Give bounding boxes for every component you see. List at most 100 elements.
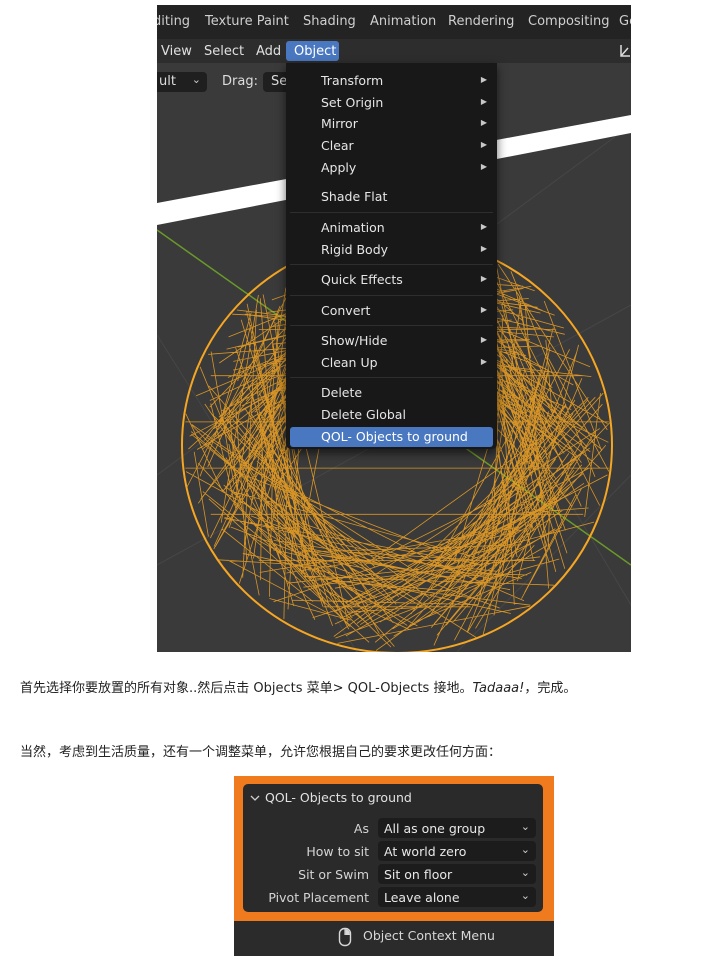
menu-select[interactable]: Select <box>204 44 244 59</box>
adjust-last-operation-screenshot: QOL- Objects to ground As All as one gro… <box>234 776 554 956</box>
chevron-down-icon: ⌄ <box>520 820 530 833</box>
menu-item-label: Convert <box>321 303 371 318</box>
menu-item-label: Show/Hide <box>321 333 388 348</box>
status-text: Object Context Menu <box>363 928 495 943</box>
dropdown-value: Sit on floor <box>384 867 453 882</box>
menu-view[interactable]: View <box>161 44 192 59</box>
submenu-arrow-icon: ▶ <box>480 222 487 231</box>
para1-text: 首先选择你要放置的所有对象..然后点击 Objects 菜单> QOL-Obje… <box>20 681 473 696</box>
submenu-arrow-icon: ▶ <box>480 305 487 314</box>
chevron-down-icon: ⌄ <box>520 866 530 879</box>
menu-item-clear[interactable]: Clear ▶ <box>290 136 493 156</box>
menu-item-apply[interactable]: Apply ▶ <box>290 158 493 178</box>
article-paragraph-2: 当然，考虑到生活质量，还有一个调整菜单，允许您根据自己的要求更改任何方面： <box>20 745 502 760</box>
submenu-arrow-icon: ▶ <box>480 75 487 84</box>
menu-divider <box>290 264 493 265</box>
menu-item-label: Set Origin <box>321 95 384 110</box>
panel-title[interactable]: QOL- Objects to ground <box>265 790 412 805</box>
menu-item-label: Mirror <box>321 116 358 131</box>
blender-screenshot: diting Texture Paint Shading Animation R… <box>157 5 631 652</box>
menu-add[interactable]: Add <box>256 44 281 59</box>
tab-layout-partial[interactable]: diting <box>157 14 190 29</box>
menu-item-label: Animation <box>321 220 385 235</box>
submenu-arrow-icon: ▶ <box>480 335 487 344</box>
chevron-down-icon[interactable] <box>250 794 260 802</box>
transform-gizmo-icon[interactable] <box>619 44 631 58</box>
chevron-down-icon: ⌄ <box>520 843 530 856</box>
tab-geometry-partial[interactable]: Ge <box>619 14 631 29</box>
as-dropdown[interactable]: All as one group ⌄ <box>378 818 536 838</box>
option-label: Pivot Placement <box>268 890 369 905</box>
submenu-arrow-icon: ▶ <box>480 118 487 127</box>
menu-item-qol-objects-to-ground[interactable]: QOL- Objects to ground <box>290 427 493 447</box>
menu-item-rigid-body[interactable]: Rigid Body ▶ <box>290 240 493 260</box>
object-menu-dropdown: Transform ▶ Set Origin ▶ Mirror ▶ Clear … <box>286 63 497 449</box>
sit-or-swim-dropdown[interactable]: Sit on floor ⌄ <box>378 864 536 884</box>
how-to-sit-dropdown[interactable]: At world zero ⌄ <box>378 841 536 861</box>
menu-item-label: QOL- Objects to ground <box>321 429 468 444</box>
tab-animation[interactable]: Animation <box>370 14 436 29</box>
option-row-sit-or-swim: Sit or Swim Sit on floor ⌄ <box>243 864 543 884</box>
menu-item-label: Shade Flat <box>321 189 388 204</box>
menu-object[interactable]: Object <box>286 41 339 61</box>
option-row-as: As All as one group ⌄ <box>243 818 543 838</box>
mouse-right-click-icon <box>338 927 352 947</box>
submenu-arrow-icon: ▶ <box>480 274 487 283</box>
option-label: As <box>353 821 369 836</box>
tab-compositing[interactable]: Compositing <box>528 14 610 29</box>
option-row-how-to-sit: How to sit At world zero ⌄ <box>243 841 543 861</box>
menu-divider <box>290 377 493 378</box>
para1-emphasis: Tadaaa! <box>472 681 525 696</box>
chevron-down-icon: ⌄ <box>520 889 530 902</box>
option-label: How to sit <box>306 844 369 859</box>
dropdown-value: Leave alone <box>384 890 460 905</box>
menu-item-show-hide[interactable]: Show/Hide ▶ <box>290 331 493 351</box>
menu-item-mirror[interactable]: Mirror ▶ <box>290 114 493 134</box>
menu-object-label: Object <box>294 44 337 59</box>
tab-texture-paint[interactable]: Texture Paint <box>205 14 289 29</box>
article-paragraph-1: 首先选择你要放置的所有对象..然后点击 Objects 菜单> QOL-Obje… <box>20 677 576 696</box>
tab-shading[interactable]: Shading <box>303 14 356 29</box>
menu-item-label: Transform <box>321 73 384 88</box>
status-bar: Object Context Menu <box>234 921 554 956</box>
menu-divider <box>290 212 493 213</box>
tab-rendering[interactable]: Rendering <box>448 14 514 29</box>
drag-dropdown-value: Se <box>271 74 288 89</box>
menu-divider <box>290 295 493 296</box>
dropdown-value: All as one group <box>384 821 486 836</box>
menu-item-delete-global[interactable]: Delete Global <box>290 405 493 425</box>
menu-item-label: Delete <box>321 385 363 400</box>
menu-item-label: Delete Global <box>321 407 406 422</box>
viewport-menubar: View Select Add Object <box>157 39 631 63</box>
menu-item-label: Quick Effects <box>321 272 403 287</box>
option-row-pivot-placement: Pivot Placement Leave alone ⌄ <box>243 887 543 907</box>
menu-item-label: Rigid Body <box>321 242 389 257</box>
menu-item-transform[interactable]: Transform ▶ <box>290 71 493 91</box>
mode-dropdown[interactable]: ult ⌄ <box>157 72 207 92</box>
submenu-arrow-icon: ▶ <box>480 97 487 106</box>
pivot-placement-dropdown[interactable]: Leave alone ⌄ <box>378 887 536 907</box>
chevron-down-icon: ⌄ <box>191 73 201 86</box>
menu-item-label: Apply <box>321 160 357 175</box>
menu-item-convert[interactable]: Convert ▶ <box>290 301 493 321</box>
menu-item-set-origin[interactable]: Set Origin ▶ <box>290 93 493 113</box>
para1-text-end: ，完成。 <box>524 681 577 696</box>
submenu-arrow-icon: ▶ <box>480 140 487 149</box>
submenu-arrow-icon: ▶ <box>480 357 487 366</box>
drag-label: Drag: <box>222 74 258 89</box>
mode-dropdown-value: ult <box>159 74 176 89</box>
option-label: Sit or Swim <box>298 867 369 882</box>
redo-panel: QOL- Objects to ground As All as one gro… <box>243 784 543 912</box>
menu-item-label: Clean Up <box>321 355 378 370</box>
workspace-tabs-bar: diting Texture Paint Shading Animation R… <box>157 5 631 39</box>
menu-item-delete[interactable]: Delete <box>290 383 493 403</box>
submenu-arrow-icon: ▶ <box>480 244 487 253</box>
menu-item-shade-flat[interactable]: Shade Flat <box>290 187 493 207</box>
dropdown-value: At world zero <box>384 844 467 859</box>
menu-divider <box>290 325 493 326</box>
menu-item-clean-up[interactable]: Clean Up ▶ <box>290 353 493 373</box>
menu-item-label: Clear <box>321 138 354 153</box>
menu-item-animation[interactable]: Animation ▶ <box>290 218 493 238</box>
menu-item-quick-effects[interactable]: Quick Effects ▶ <box>290 270 493 290</box>
submenu-arrow-icon: ▶ <box>480 162 487 171</box>
